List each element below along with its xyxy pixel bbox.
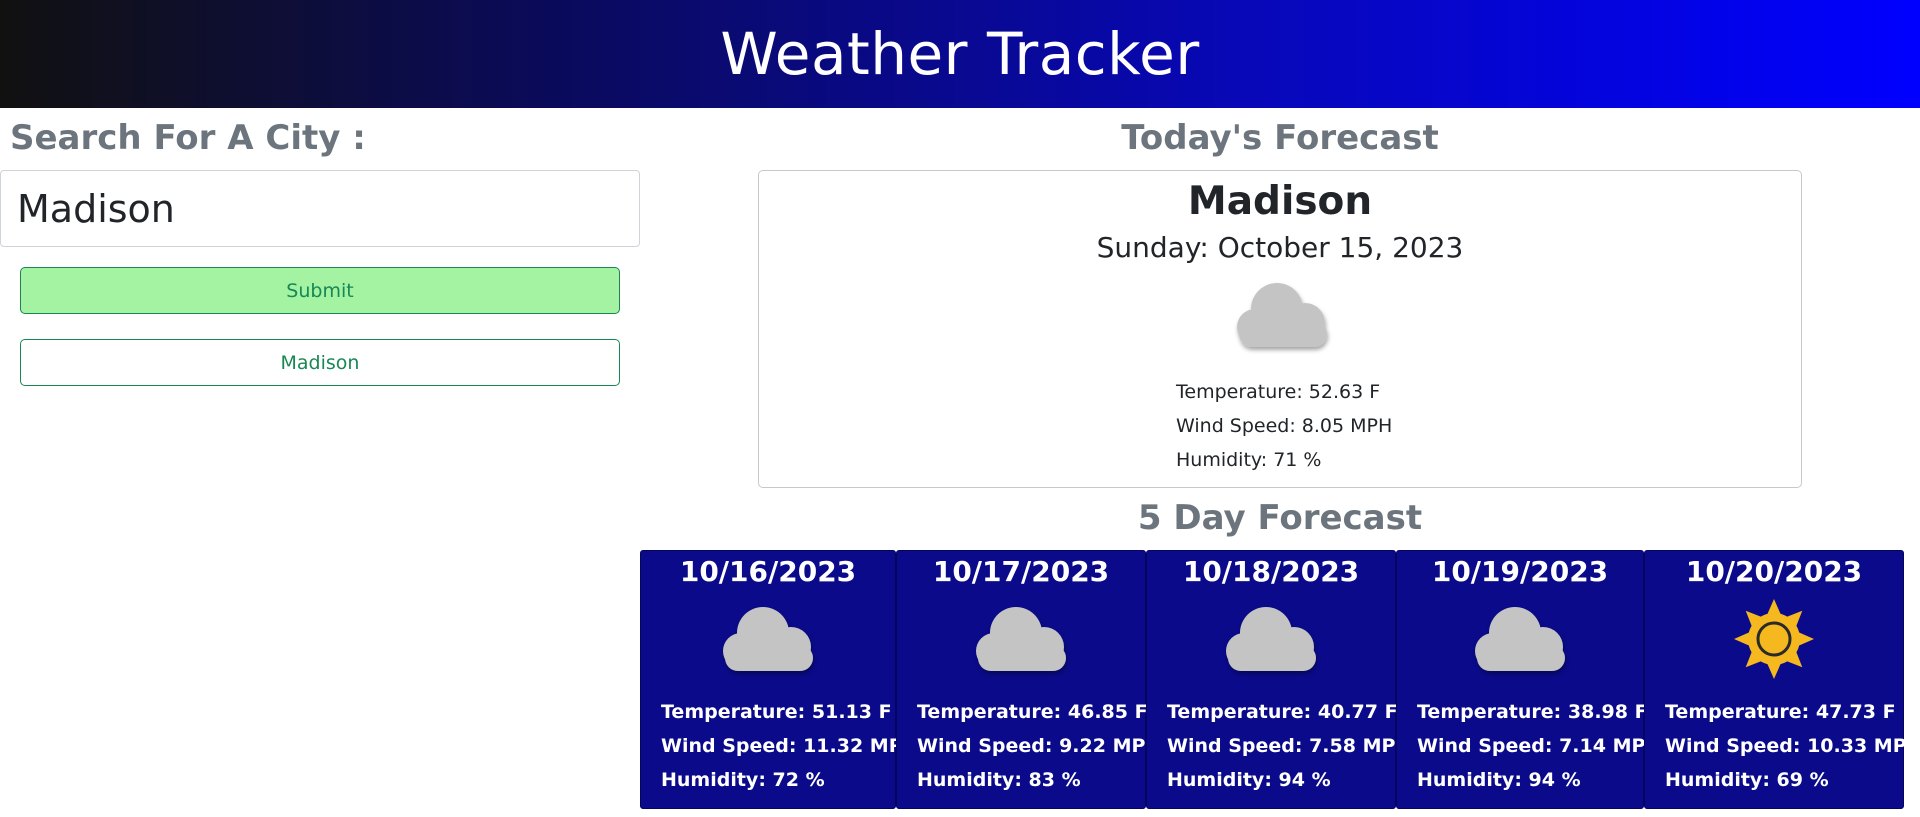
cloud-icon xyxy=(1475,607,1565,671)
forecast-temperature: Temperature: 47.73 F xyxy=(1665,701,1896,723)
forecast-wind-speed: Wind Speed: 7.14 MPH xyxy=(1417,735,1662,757)
forecast-humidity: Humidity: 83 % xyxy=(917,769,1081,791)
forecast-card: 10/18/2023 Temperature: 40.77 F Wind Spe… xyxy=(1146,550,1411,809)
forecast-humidity: Humidity: 69 % xyxy=(1665,769,1829,791)
forecast-wind-speed: Wind Speed: 11.32 MPH xyxy=(661,735,919,757)
app-header: Weather Tracker xyxy=(0,0,1920,108)
submit-button[interactable]: Submit xyxy=(20,267,620,314)
forecast-wind-speed: Wind Speed: 10.33 MPH xyxy=(1665,735,1920,757)
todays-forecast-card: Madison Sunday: October 15, 2023 Tempera… xyxy=(758,170,1802,488)
cloud-icon xyxy=(723,607,813,671)
forecast-date: 10/17/2023 xyxy=(932,555,1110,588)
forecast-card: 10/20/2023 Temperature: 47.73 F Wind Spe… xyxy=(1644,550,1920,809)
forecast-date: 10/18/2023 xyxy=(1182,555,1360,588)
forecast-card: 10/19/2023 Temperature: 38.98 F Wind Spe… xyxy=(1396,550,1661,809)
forecast-wind-speed: Wind Speed: 9.22 MPH xyxy=(917,735,1162,757)
today-humidity: Humidity: 71 % xyxy=(1176,449,1322,471)
forecast-temperature: Temperature: 40.77 F xyxy=(1167,701,1398,723)
forecast-stats: Temperature: 38.98 F Wind Speed: 7.14 MP… xyxy=(1417,695,1661,797)
forecast-date: 10/16/2023 xyxy=(679,555,857,588)
today-city-name: Madison xyxy=(1187,179,1373,224)
todays-forecast-heading: Today's Forecast xyxy=(1121,118,1439,158)
forecast-temperature: Temperature: 38.98 F xyxy=(1417,701,1648,723)
cloud-icon xyxy=(1226,607,1316,671)
today-wind-speed: Wind Speed: 8.05 MPH xyxy=(1176,415,1393,437)
forecast-date: 10/20/2023 xyxy=(1685,555,1863,588)
forecast-stats: Temperature: 47.73 F Wind Speed: 10.33 M… xyxy=(1665,695,1920,797)
city-search-input[interactable] xyxy=(0,170,640,247)
forecast-temperature: Temperature: 51.13 F xyxy=(661,701,892,723)
five-day-forecast-row: 10/16/2023 Temperature: 51.13 F Wind Spe… xyxy=(640,550,1920,809)
today-temperature: Temperature: 52.63 F xyxy=(1176,381,1381,403)
five-day-forecast-heading: 5 Day Forecast xyxy=(1137,498,1423,538)
cloud-icon xyxy=(976,607,1066,671)
forecast-stats: Temperature: 51.13 F Wind Speed: 11.32 M… xyxy=(661,695,919,797)
forecast-wind-speed: Wind Speed: 7.58 MPH xyxy=(1167,735,1412,757)
forecast-humidity: Humidity: 94 % xyxy=(1417,769,1581,791)
sun-icon xyxy=(1734,599,1814,679)
history-city-button[interactable]: Madison xyxy=(20,339,620,386)
forecast-humidity: Humidity: 72 % xyxy=(661,769,825,791)
today-stats: Temperature: 52.63 F Wind Speed: 8.05 MP… xyxy=(1176,375,1392,477)
today-date: Sunday: October 15, 2023 xyxy=(1096,231,1464,264)
forecast-humidity: Humidity: 94 % xyxy=(1167,769,1331,791)
search-label: Search For A City : xyxy=(10,118,366,158)
cloud-icon xyxy=(1237,283,1327,347)
forecast-card: 10/17/2023 Temperature: 46.85 F Wind Spe… xyxy=(896,550,1161,809)
forecast-stats: Temperature: 40.77 F Wind Speed: 7.58 MP… xyxy=(1167,695,1411,797)
forecast-temperature: Temperature: 46.85 F xyxy=(917,701,1148,723)
forecast-date: 10/19/2023 xyxy=(1431,555,1609,588)
forecast-card: 10/16/2023 Temperature: 51.13 F Wind Spe… xyxy=(640,550,919,809)
app-title: Weather Tracker xyxy=(720,20,1200,88)
forecast-stats: Temperature: 46.85 F Wind Speed: 9.22 MP… xyxy=(917,695,1161,797)
